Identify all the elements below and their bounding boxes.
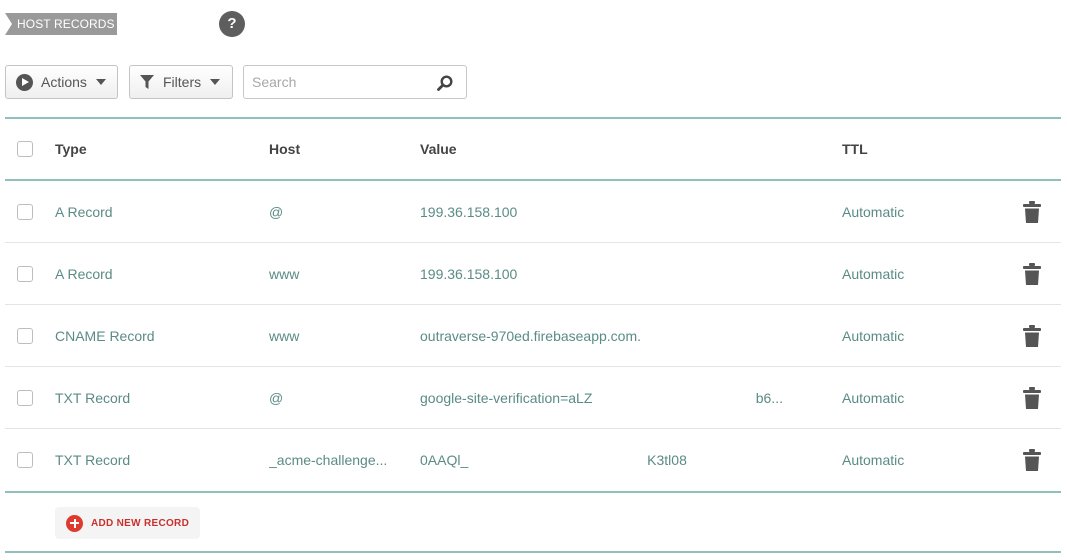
record-value[interactable]: google-site-verification=aLZ b6... xyxy=(420,367,820,428)
question-mark-icon[interactable]: ? xyxy=(219,11,245,37)
table-footer: ADD NEW RECORD xyxy=(5,493,1061,551)
table-row: A Record @ 199.36.158.100 Automatic xyxy=(5,181,1061,243)
table-row: CNAME Record www outraverse-970ed.fireba… xyxy=(5,305,1061,367)
row-checkbox[interactable] xyxy=(17,265,33,282)
trash-icon[interactable] xyxy=(1023,324,1041,347)
record-value[interactable]: outraverse-970ed.firebaseapp.com. xyxy=(420,305,820,366)
record-type[interactable]: CNAME Record xyxy=(55,305,255,366)
record-ttl[interactable]: Automatic xyxy=(842,181,962,242)
search-box xyxy=(243,65,467,99)
filters-label: Filters xyxy=(163,74,202,90)
column-header-value[interactable]: Value xyxy=(420,119,820,179)
column-header-host[interactable]: Host xyxy=(269,119,399,179)
record-ttl[interactable]: Automatic xyxy=(842,367,962,428)
record-type[interactable]: A Record xyxy=(55,243,255,304)
record-host[interactable]: www xyxy=(269,305,399,366)
record-type[interactable]: A Record xyxy=(55,181,255,242)
record-type[interactable]: TXT Record xyxy=(55,429,255,491)
record-value[interactable]: 0AAQl_ K3tl08 xyxy=(420,429,820,491)
column-header-ttl[interactable]: TTL xyxy=(842,119,962,179)
table-row: TXT Record @ google-site-verification=aL… xyxy=(5,367,1061,429)
search-input[interactable] xyxy=(244,66,424,98)
select-all-checkbox[interactable] xyxy=(17,141,33,157)
footer-divider xyxy=(5,551,1061,553)
add-new-record-label: ADD NEW RECORD xyxy=(91,517,190,529)
row-checkbox[interactable] xyxy=(17,452,33,468)
add-new-record-button[interactable]: ADD NEW RECORD xyxy=(55,507,201,539)
section-title: HOST RECORDS xyxy=(5,13,117,35)
record-host[interactable]: www xyxy=(269,243,399,304)
search-icon[interactable] xyxy=(437,75,453,91)
column-header-type[interactable]: Type xyxy=(55,119,255,179)
trash-icon[interactable] xyxy=(1023,200,1041,223)
trash-icon[interactable] xyxy=(1023,386,1041,409)
table-row: TXT Record _acme-challenge... 0AAQl_ K3t… xyxy=(5,429,1061,491)
table-row: A Record www 199.36.158.100 Automatic xyxy=(5,243,1061,305)
record-ttl[interactable]: Automatic xyxy=(842,429,962,491)
host-records-table: Type Host Value TTL A Record @ 199.36.15… xyxy=(5,117,1061,553)
row-checkbox[interactable] xyxy=(17,327,33,344)
record-value[interactable]: 199.36.158.100 xyxy=(420,243,820,304)
actions-button[interactable]: Actions xyxy=(5,65,118,99)
trash-icon[interactable] xyxy=(1023,449,1041,471)
row-checkbox[interactable] xyxy=(17,389,33,406)
plus-circle-icon xyxy=(66,514,83,532)
chevron-down-icon xyxy=(95,79,106,85)
actions-label: Actions xyxy=(41,74,87,90)
record-ttl[interactable]: Automatic xyxy=(842,305,962,366)
record-host[interactable]: @ xyxy=(269,181,399,242)
record-type[interactable]: TXT Record xyxy=(55,367,255,428)
record-ttl[interactable]: Automatic xyxy=(842,243,962,304)
table-header-row: Type Host Value TTL xyxy=(5,119,1061,179)
filters-button[interactable]: Filters xyxy=(129,65,233,99)
record-value[interactable]: 199.36.158.100 xyxy=(420,181,820,242)
record-host[interactable]: @ xyxy=(269,367,399,428)
chevron-down-icon xyxy=(210,79,221,85)
play-circle-icon xyxy=(16,73,33,91)
row-checkbox[interactable] xyxy=(17,203,33,220)
funnel-icon xyxy=(140,74,154,89)
trash-icon[interactable] xyxy=(1023,262,1041,285)
record-host[interactable]: _acme-challenge... xyxy=(269,429,399,491)
